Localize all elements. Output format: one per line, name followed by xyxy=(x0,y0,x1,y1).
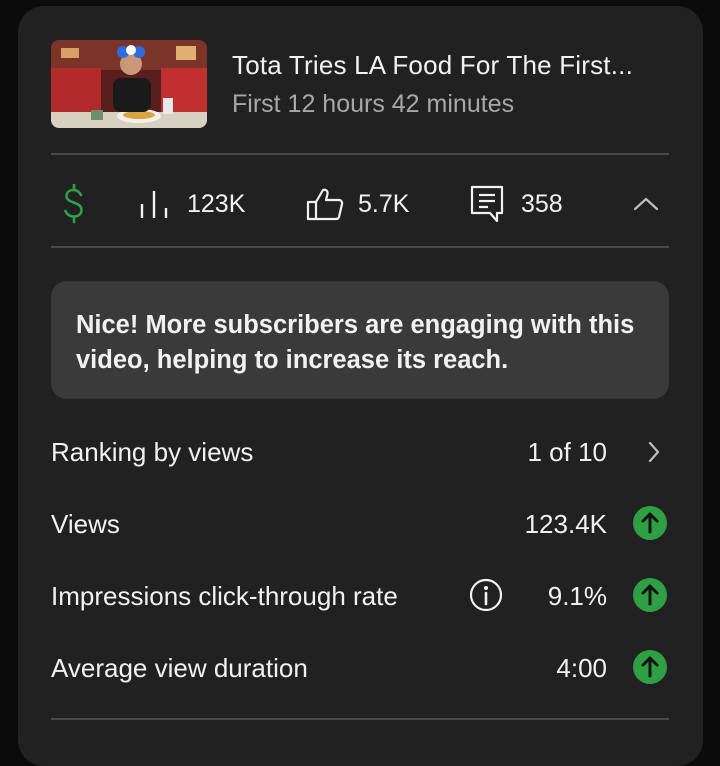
trend-up-icon xyxy=(633,650,667,684)
bar-chart-icon xyxy=(140,191,168,218)
likes-count: 5.7K xyxy=(358,189,410,218)
trend-up-icon xyxy=(633,578,667,612)
metric-label: Impressions click-through rate xyxy=(51,581,398,611)
divider-top xyxy=(51,153,669,155)
metric-row-ranking[interactable]: Ranking by views 1 of 10 xyxy=(51,432,671,472)
chevron-right-icon xyxy=(648,441,660,463)
divider-stats xyxy=(51,246,669,248)
views-stat[interactable]: 123K xyxy=(139,184,245,224)
chevron-up-icon xyxy=(633,197,659,211)
info-icon[interactable] xyxy=(469,578,503,612)
engagement-banner: Nice! More subscribers are engaging with… xyxy=(51,281,669,399)
views-count: 123K xyxy=(187,189,246,218)
metric-value: 123.4K xyxy=(524,509,607,539)
thumbs-up-icon xyxy=(306,188,344,221)
video-title[interactable]: Tota Tries LA Food For The First... xyxy=(232,50,633,81)
likes-stat[interactable]: 5.7K xyxy=(306,184,409,224)
trend-up-icon xyxy=(633,506,667,540)
monetization-icon[interactable] xyxy=(62,184,86,224)
engagement-message: Nice! More subscribers are engaging with… xyxy=(76,311,635,374)
collapse-button[interactable] xyxy=(632,184,660,224)
comments-count: 358 xyxy=(521,189,563,218)
metric-label: Average view duration xyxy=(51,653,308,683)
metric-label: Views xyxy=(51,509,120,539)
comment-icon xyxy=(470,185,504,223)
metric-row-ctr: Impressions click-through rate 9.1% xyxy=(51,576,671,616)
comments-stat[interactable]: 358 xyxy=(470,184,563,224)
metric-value: 9.1% xyxy=(547,581,607,611)
metric-row-avg-duration: Average view duration 4:00 xyxy=(51,648,671,688)
metric-label: Ranking by views xyxy=(51,437,254,467)
video-thumbnail[interactable] xyxy=(51,40,207,128)
metric-row-views: Views 123.4K xyxy=(51,504,671,544)
metric-value: 4:00 xyxy=(556,653,607,683)
divider-bottom xyxy=(51,718,669,720)
metric-value: 1 of 10 xyxy=(527,437,607,467)
video-time-window: First 12 hours 42 minutes xyxy=(232,90,515,118)
